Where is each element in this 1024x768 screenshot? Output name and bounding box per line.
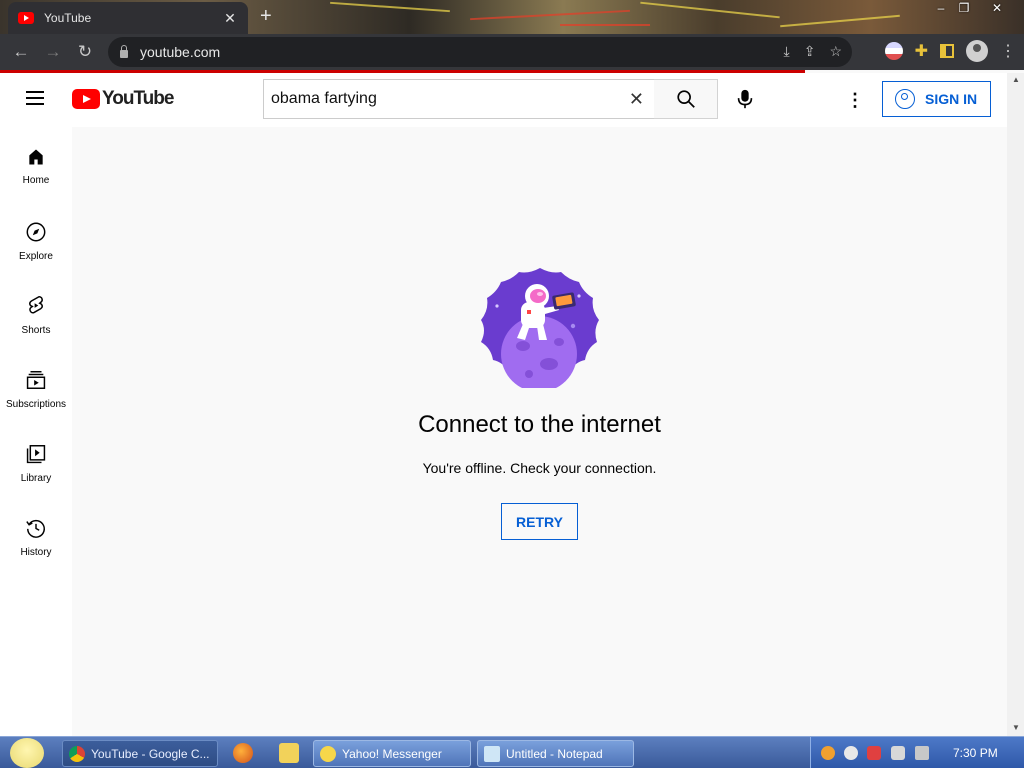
wallpaper-streak [470, 9, 630, 21]
guide-item-explore[interactable]: Explore [0, 201, 72, 275]
notepad-icon [484, 745, 500, 762]
windows-taskbar: YouTube - Google C... Yahoo! Messenger U… [0, 736, 1024, 768]
scroll-down-icon[interactable]: ▼ [1012, 723, 1020, 732]
url-text[interactable]: youtube.com [140, 44, 220, 60]
taskbar-label-notepad: Untitled - Notepad [506, 746, 603, 761]
flag-extension-icon[interactable] [884, 42, 903, 60]
guide-item-shorts[interactable]: Shorts [0, 275, 72, 349]
close-window-button[interactable]: ✕ [986, 1, 1008, 15]
address-bar[interactable]: youtube.com ⤓ ⇪ ☆ [108, 37, 852, 67]
extensions-puzzle-icon[interactable]: ✚ [915, 41, 928, 61]
shorts-icon [29, 295, 43, 314]
scroll-up-icon[interactable]: ▲ [1012, 75, 1020, 84]
retry-button[interactable]: RETRY [501, 503, 578, 540]
messenger-tray-icon[interactable] [844, 746, 858, 760]
share-icon[interactable]: ⇪ [804, 43, 816, 60]
lock-icon[interactable] [120, 45, 128, 58]
tab-title: YouTube [44, 11, 92, 25]
tab-close-icon[interactable]: ✕ [222, 10, 238, 27]
install-app-icon[interactable]: ⤓ [784, 43, 790, 60]
browser-toolbar: ← → ↻ youtube.com ⤓ ⇪ ☆ ✚ ⋮ [0, 34, 1024, 70]
forward-arrow-icon[interactable]: → [42, 41, 64, 63]
account-circle-icon [895, 89, 915, 109]
taskbar-item-chrome[interactable]: YouTube - Google C... [62, 740, 218, 767]
wallpaper-streak [330, 1, 450, 13]
microphone-icon [737, 89, 753, 109]
guide-label-history: History [20, 547, 52, 558]
sign-in-button[interactable]: SIGN IN [882, 81, 991, 117]
taskbar-item-notepad[interactable]: Untitled - Notepad [477, 740, 634, 767]
compass-icon [26, 222, 46, 242]
bookmark-star-icon[interactable]: ☆ [829, 43, 842, 60]
profile-avatar-icon[interactable] [966, 40, 988, 62]
settings-more-icon[interactable]: ⋮ [846, 89, 864, 111]
search-input[interactable] [271, 90, 611, 108]
clear-search-icon[interactable]: ✕ [629, 89, 644, 110]
chrome-icon [69, 745, 85, 762]
library-icon [26, 445, 46, 464]
start-smiley-icon [10, 738, 44, 768]
search-tray-icon[interactable] [821, 746, 835, 760]
yahoo-messenger-icon [320, 745, 336, 762]
youtube-logo[interactable]: YouTube [72, 88, 174, 110]
wallpaper-streak [560, 24, 650, 26]
guide-label-subscriptions: Subscriptions [5, 399, 67, 410]
guide-menu-icon[interactable] [26, 91, 44, 105]
side-panel-icon[interactable] [940, 44, 954, 58]
offline-title: Connect to the internet [418, 411, 661, 438]
youtube-logo-text: YouTube [102, 88, 174, 109]
history-icon [26, 519, 45, 538]
wallpaper-streak [780, 14, 900, 28]
folder-icon[interactable] [279, 743, 299, 763]
page-scrollbar[interactable]: ▲ ▼ [1007, 73, 1024, 736]
volume-tray-icon[interactable] [915, 746, 929, 760]
taskbar-label-yahoo-messenger: Yahoo! Messenger [342, 746, 442, 761]
browser-menu-icon[interactable]: ⋮ [1000, 41, 1016, 61]
start-button[interactable] [6, 738, 48, 768]
back-arrow-icon[interactable]: ← [10, 41, 32, 63]
flag-alert-tray-icon[interactable] [867, 746, 881, 760]
guide-sidebar: Home Explore Shorts Subscriptions Librar… [0, 127, 72, 736]
guide-item-library[interactable]: Library [0, 423, 72, 497]
search-box[interactable]: ✕ [263, 79, 655, 119]
reload-icon[interactable]: ↻ [74, 41, 96, 63]
taskbar-label-chrome: YouTube - Google C... [91, 746, 210, 761]
astronaut-on-moon-illustration [481, 268, 599, 388]
system-tray: 7:30 PM [810, 737, 1024, 768]
guide-label-library: Library [20, 473, 52, 484]
guide-label-explore: Explore [19, 251, 53, 262]
guide-item-subscriptions[interactable]: Subscriptions [0, 349, 72, 423]
guide-label-shorts: Shorts [21, 325, 51, 336]
wallpaper-streak [640, 1, 780, 19]
guide-item-home[interactable]: Home [0, 127, 72, 201]
taskbar-clock[interactable]: 7:30 PM [953, 746, 998, 760]
browser-tabstrip: YouTube ✕ + – ❐ ✕ [0, 0, 1024, 34]
browser-tab-youtube[interactable]: YouTube ✕ [8, 2, 248, 34]
search-icon [676, 90, 695, 108]
new-tab-button[interactable]: + [260, 5, 272, 28]
youtube-masthead: YouTube ✕ ⋮ SIGN IN [0, 73, 1012, 127]
guide-item-history[interactable]: History [0, 497, 72, 571]
home-icon [29, 149, 43, 165]
search-button[interactable] [654, 79, 718, 119]
sign-in-label: SIGN IN [925, 91, 978, 107]
network-tray-icon[interactable] [891, 746, 905, 760]
guide-label-home: Home [22, 175, 50, 186]
youtube-favicon-icon [18, 12, 34, 24]
subscriptions-icon [26, 371, 46, 389]
voice-search-button[interactable] [729, 83, 761, 115]
firefox-icon[interactable] [233, 743, 253, 763]
offline-page: Connect to the internet You're offline. … [72, 127, 1007, 736]
minimize-button[interactable]: – [930, 1, 952, 15]
maximize-button[interactable]: ❐ [953, 1, 975, 15]
youtube-play-logo-icon [72, 89, 100, 109]
taskbar-item-yahoo-messenger[interactable]: Yahoo! Messenger [313, 740, 471, 767]
offline-message: You're offline. Check your connection. [422, 460, 657, 476]
